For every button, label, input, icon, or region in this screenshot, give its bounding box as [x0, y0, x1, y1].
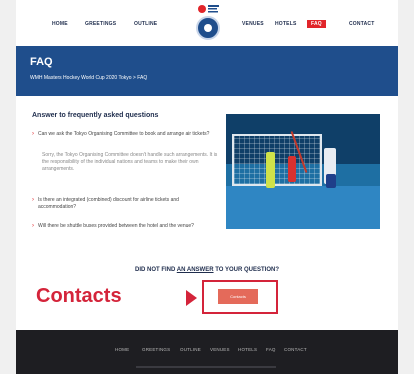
- footer-nav-greetings[interactable]: GREETINGS: [142, 347, 170, 352]
- nav-hotels[interactable]: HOTELS: [275, 21, 296, 27]
- faq-question-1[interactable]: › Can we ask the Tokyo Organising Commit…: [32, 131, 218, 138]
- page-banner: FAQ WMH Masters Hockey World Cup 2020 To…: [16, 46, 398, 96]
- page-title: FAQ: [30, 56, 53, 68]
- not-found-prompt: DID NOT FIND AN ANSWER TO YOUR QUESTION?: [134, 267, 279, 273]
- faq-question-text: Can we ask the Tokyo Organising Committe…: [38, 131, 210, 137]
- nav-outline[interactable]: OUTLINE: [134, 21, 157, 27]
- nav-faq[interactable]: FAQ: [307, 20, 326, 28]
- arrow-right-icon: [186, 290, 197, 306]
- logo-emblem-icon: [198, 5, 219, 13]
- nav-greetings[interactable]: GREETINGS: [85, 21, 116, 27]
- caret-icon: ›: [32, 131, 34, 137]
- faq-question-3[interactable]: › Will there be shuttle buses provided b…: [32, 223, 218, 230]
- footer-nav-contact[interactable]: CONTACT: [284, 347, 307, 352]
- faq-answer-1: Sorry, the Tokyo Organising Committee do…: [42, 152, 218, 172]
- footer: HOME GREETINGS OUTLINE VENUES HOTELS FAQ…: [16, 330, 398, 374]
- footer-nav-venues[interactable]: VENUES: [210, 347, 230, 352]
- event-logo[interactable]: [192, 4, 224, 44]
- nav-home[interactable]: HOME: [52, 21, 68, 27]
- caret-icon: ›: [32, 197, 34, 203]
- hockey-photo: [226, 114, 380, 229]
- page: HOME GREETINGS OUTLINE VENUES HOTELS FAQ…: [16, 0, 398, 374]
- caret-icon: ›: [32, 223, 34, 229]
- nav-contact[interactable]: CONTACT: [349, 21, 374, 27]
- top-navigation: HOME GREETINGS OUTLINE VENUES HOTELS FAQ…: [16, 0, 398, 46]
- logo-seal-icon: [196, 16, 220, 40]
- footer-divider: [136, 366, 276, 368]
- faq-question-2[interactable]: › Is there an integrated (combined) disc…: [32, 197, 218, 211]
- page-background: HOME GREETINGS OUTLINE VENUES HOTELS FAQ…: [0, 0, 414, 374]
- footer-nav-hotels[interactable]: HOTELS: [238, 347, 257, 352]
- nav-venues[interactable]: VENUES: [242, 21, 264, 27]
- footer-nav-outline[interactable]: OUTLINE: [180, 347, 201, 352]
- footer-nav-home[interactable]: HOME: [115, 347, 129, 352]
- faq-question-text: Will there be shuttle buses provided bet…: [38, 223, 194, 229]
- contacts-button[interactable]: Contacts: [218, 289, 258, 304]
- footer-nav-faq[interactable]: FAQ: [266, 347, 276, 352]
- breadcrumb[interactable]: WMH Masters Hockey World Cup 2020 Tokyo …: [30, 75, 147, 81]
- faq-heading: Answer to frequently asked questions: [32, 112, 159, 119]
- faq-question-text: Is there an integrated (combined) discou…: [38, 197, 179, 210]
- contacts-callout-label: Contacts: [36, 285, 122, 307]
